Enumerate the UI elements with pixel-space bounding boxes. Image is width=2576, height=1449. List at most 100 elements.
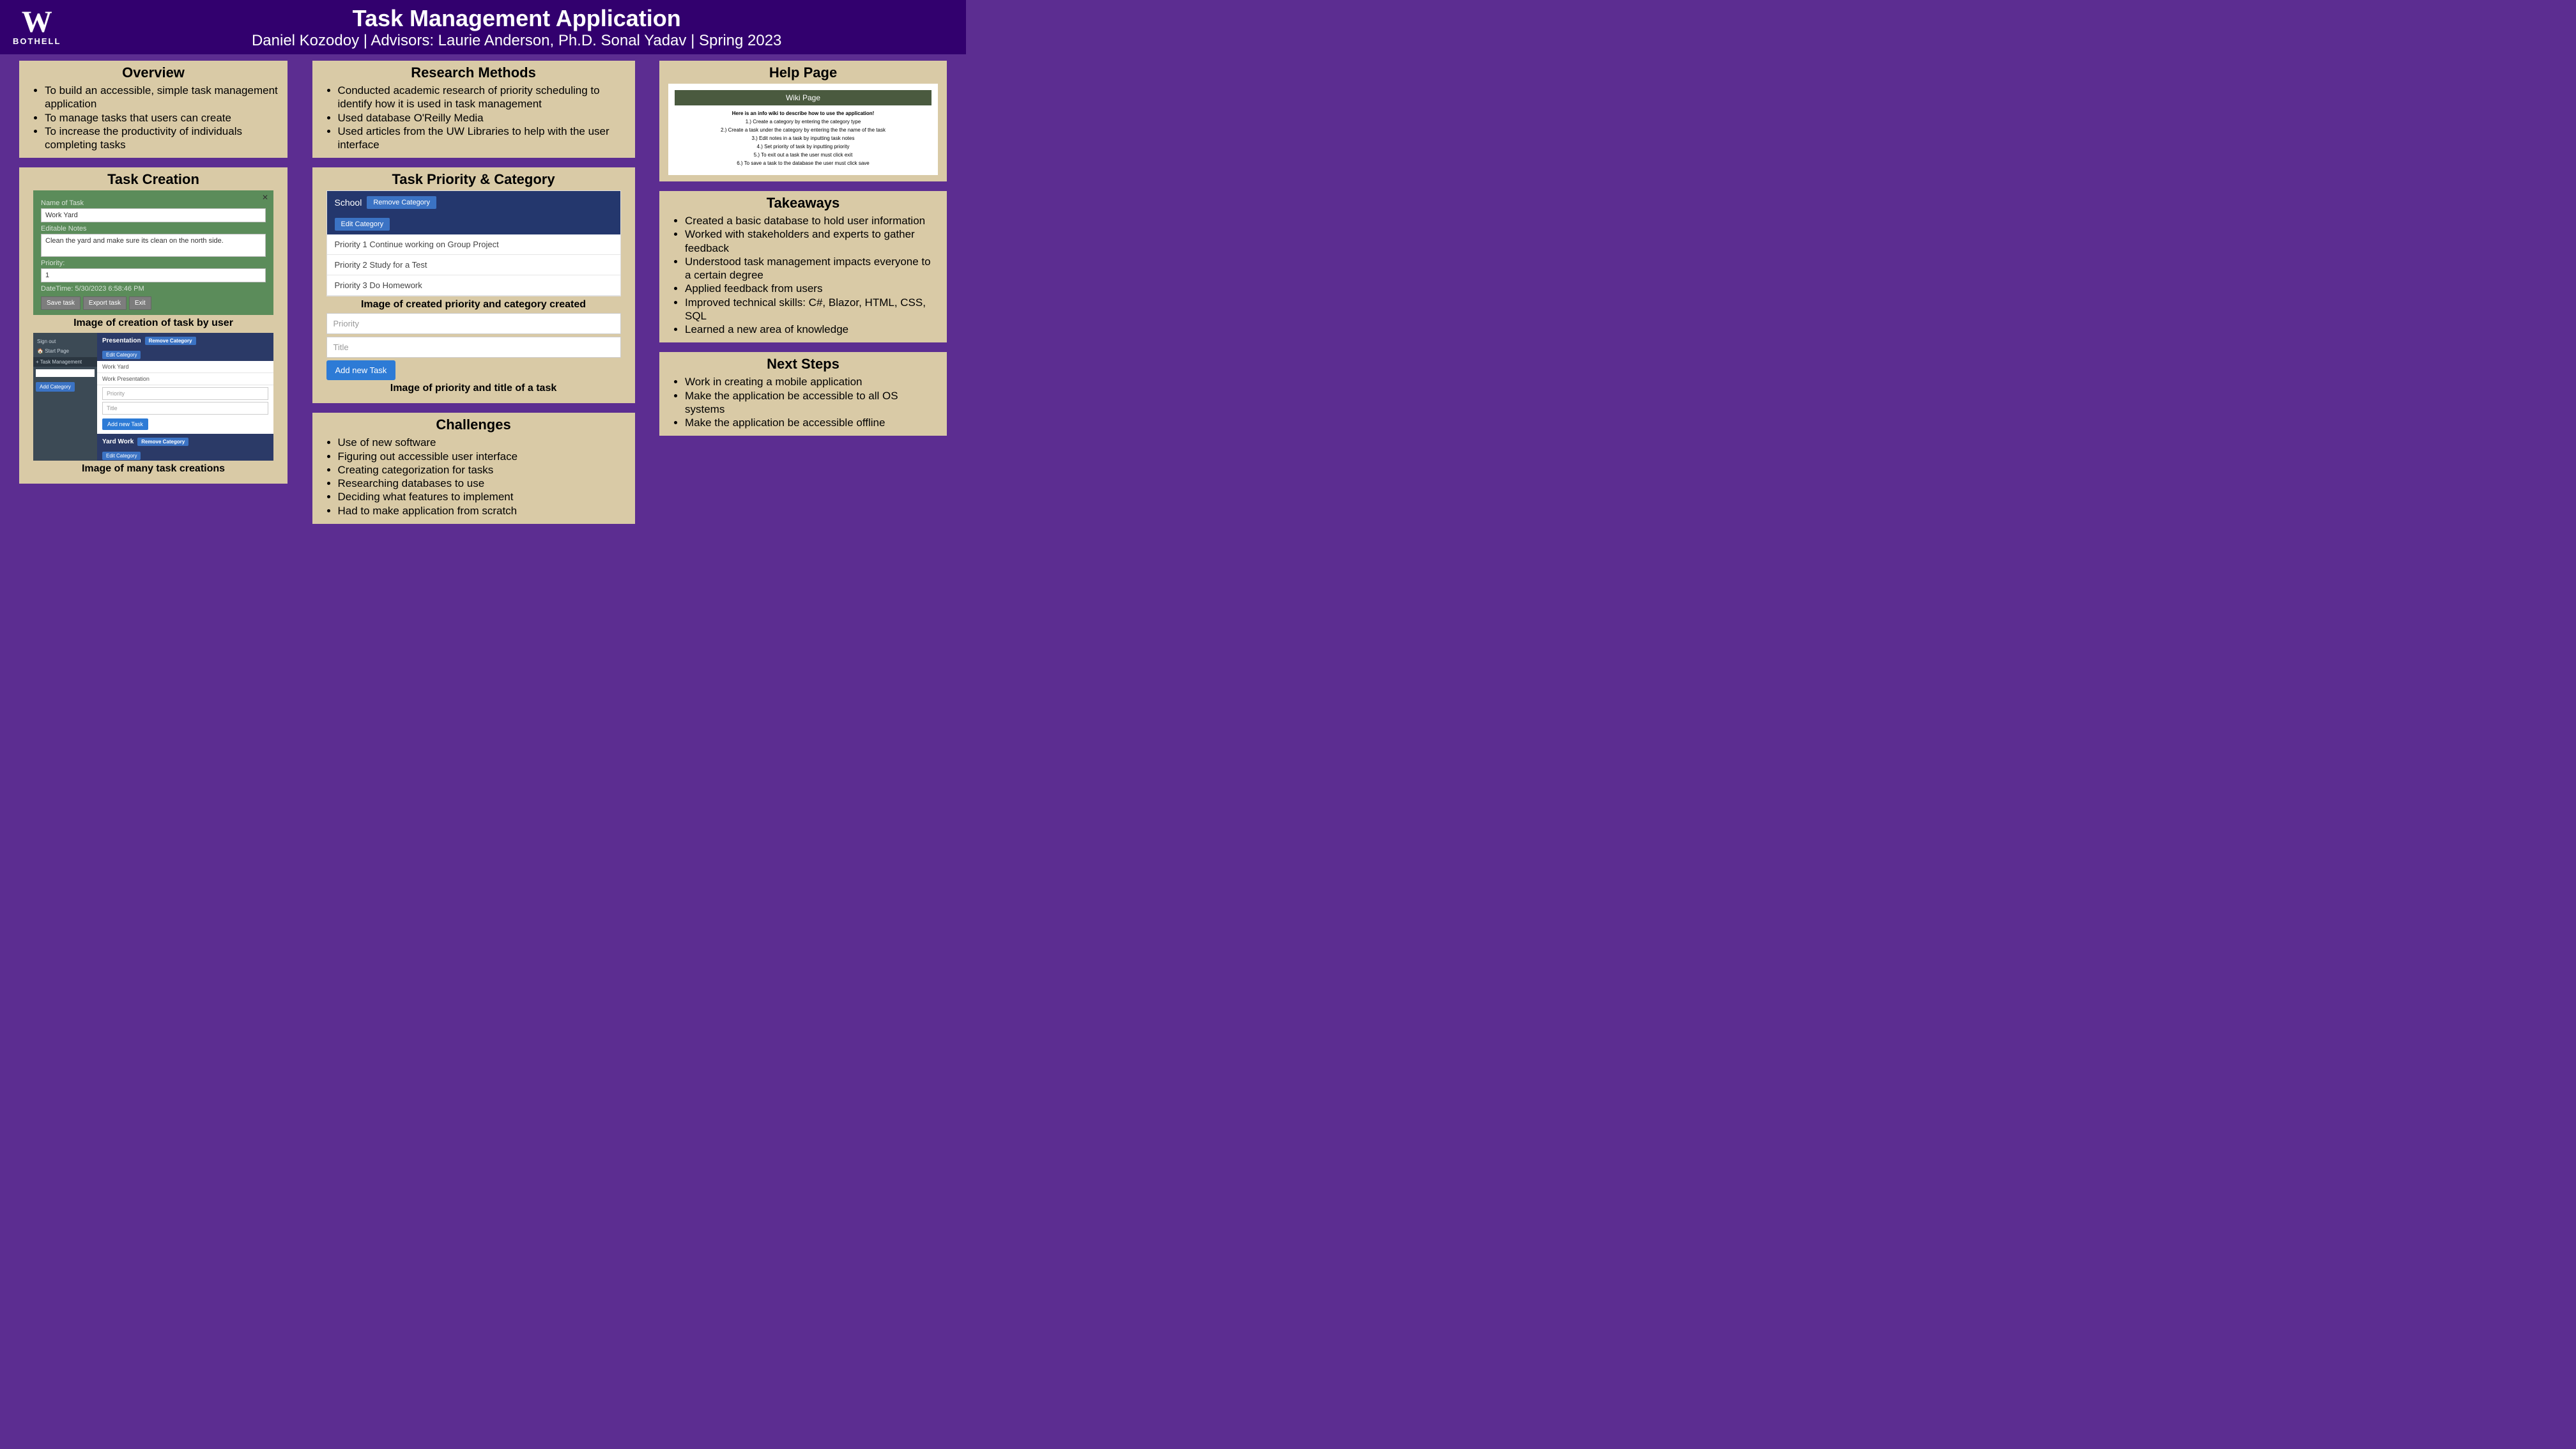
takeaways-heading: Takeaways bbox=[668, 195, 938, 211]
add-new-task-button[interactable]: Add new Task bbox=[326, 360, 396, 380]
sidebar-task-mgmt[interactable]: + Task Management bbox=[33, 357, 97, 367]
column-left: Overview To build an accessible, simple … bbox=[19, 61, 288, 524]
priority-heading: Task Priority & Category bbox=[321, 171, 626, 188]
sidebar-signout[interactable]: Sign out bbox=[36, 337, 95, 346]
list-item: Used articles from the UW Libraries to h… bbox=[338, 125, 626, 152]
sidebar: Sign out 🏠 Start Page + Task Management … bbox=[33, 333, 97, 461]
list-item: Improved technical skills: C#, Blazor, H… bbox=[685, 296, 938, 323]
list-item: To increase the productivity of individu… bbox=[45, 125, 279, 152]
column-right: Help Page Wiki Page Here is an info wiki… bbox=[659, 61, 947, 524]
multi-task-mock: Sign out 🏠 Start Page + Task Management … bbox=[33, 333, 273, 461]
priority-caption2: Image of priority and title of a task bbox=[321, 383, 626, 394]
help-line: 6.) To save a task to the database the u… bbox=[675, 160, 931, 166]
datetime-label: DateTime: 5/30/2023 6:58:46 PM bbox=[41, 285, 266, 293]
list-item: Figuring out accessible user interface bbox=[338, 450, 626, 463]
button-row: Save task Export task Exit bbox=[41, 296, 266, 310]
next-steps-heading: Next Steps bbox=[668, 356, 938, 372]
task-creation-card: Task Creation ✕ Name of Task Work Yard E… bbox=[19, 167, 288, 484]
category-subheader: Edit Category bbox=[327, 214, 620, 234]
close-icon[interactable]: ✕ bbox=[262, 193, 268, 202]
list-item: Worked with stakeholders and experts to … bbox=[685, 227, 938, 255]
priority-input[interactable]: 1 bbox=[41, 268, 266, 282]
list-item: Deciding what features to implement bbox=[338, 490, 626, 503]
help-page-mock: Wiki Page Here is an info wiki to descri… bbox=[668, 84, 938, 175]
title-input[interactable]: Title bbox=[326, 337, 621, 358]
task-name-input[interactable]: Work Yard bbox=[41, 208, 266, 222]
add-task-button[interactable]: Add new Task bbox=[102, 418, 148, 430]
list-item: Make the application be accessible offli… bbox=[685, 416, 938, 429]
priority-label: Priority: bbox=[41, 259, 266, 267]
export-button[interactable]: Export task bbox=[83, 296, 126, 310]
category-name: Yard Work bbox=[102, 438, 134, 445]
list-item: To build an accessible, simple task mana… bbox=[45, 84, 279, 111]
research-card: Research Methods Conducted academic rese… bbox=[312, 61, 635, 158]
name-label: Name of Task bbox=[41, 199, 266, 207]
list-item: Created a basic database to hold user in… bbox=[685, 214, 938, 227]
next-steps-card: Next Steps Work in creating a mobile app… bbox=[659, 352, 947, 436]
edit-category-button[interactable]: Edit Category bbox=[102, 452, 141, 460]
list-item: Had to make application from scratch bbox=[338, 504, 626, 518]
list-item: Use of new software bbox=[338, 436, 626, 449]
category-name: School bbox=[335, 197, 362, 208]
overview-list: To build an accessible, simple task mana… bbox=[45, 84, 279, 151]
task-form-mock: ✕ Name of Task Work Yard Editable Notes … bbox=[33, 190, 273, 315]
help-line: 2.) Create a task under the category by … bbox=[675, 127, 931, 133]
help-line: 4.) Set priority of task by inputting pr… bbox=[675, 144, 931, 150]
table-row[interactable]: Priority 1 Continue working on Group Pro… bbox=[327, 234, 620, 255]
exit-button[interactable]: Exit bbox=[129, 296, 151, 310]
title-field[interactable]: Title bbox=[102, 402, 268, 415]
table-row[interactable]: Work Presentation bbox=[97, 373, 273, 385]
page-subtitle: Daniel Kozodoy | Advisors: Laurie Anders… bbox=[80, 32, 953, 50]
poster-header: W BOTHELL Task Management Application Da… bbox=[0, 0, 966, 54]
uw-logo: W BOTHELL bbox=[13, 8, 61, 45]
remove-category-button[interactable]: Remove Category bbox=[137, 438, 188, 446]
edit-category-button[interactable]: Edit Category bbox=[102, 351, 141, 359]
priority-input[interactable]: Priority bbox=[326, 313, 621, 334]
sidebar-start[interactable]: 🏠 Start Page bbox=[36, 346, 95, 356]
help-line: 3.) Edit notes in a task by inputting ta… bbox=[675, 135, 931, 141]
edit-category-button[interactable]: Edit Category bbox=[335, 218, 390, 231]
remove-category-button[interactable]: Remove Category bbox=[367, 196, 436, 209]
takeaways-list: Created a basic database to hold user in… bbox=[685, 214, 938, 336]
help-card: Help Page Wiki Page Here is an info wiki… bbox=[659, 61, 947, 181]
overview-card: Overview To build an accessible, simple … bbox=[19, 61, 288, 158]
table-row[interactable]: Work Yard bbox=[97, 361, 273, 373]
help-line: 1.) Create a category by entering the ca… bbox=[675, 119, 931, 125]
add-category-button[interactable]: Add Category bbox=[36, 382, 75, 392]
category-name: Presentation bbox=[102, 337, 141, 344]
research-list: Conducted academic research of priority … bbox=[338, 84, 626, 151]
overview-heading: Overview bbox=[28, 65, 279, 81]
category-header-2: Yard Work Remove Category bbox=[97, 434, 273, 450]
list-item: Conducted academic research of priority … bbox=[338, 84, 626, 111]
list-item: Make the application be accessible to al… bbox=[685, 389, 938, 417]
save-button[interactable]: Save task bbox=[41, 296, 80, 310]
task-creation-caption2: Image of many task creations bbox=[28, 463, 279, 475]
poster-grid: Overview To build an accessible, simple … bbox=[0, 54, 966, 530]
logo-letter: W bbox=[22, 8, 52, 36]
remove-category-button[interactable]: Remove Category bbox=[145, 337, 196, 345]
challenges-card: Challenges Use of new software Figuring … bbox=[312, 413, 635, 524]
category-header-1: Presentation Remove Category bbox=[97, 333, 273, 349]
priority-caption1: Image of created priority and category c… bbox=[321, 299, 626, 310]
list-item: Researching databases to use bbox=[338, 477, 626, 490]
notes-label: Editable Notes bbox=[41, 225, 266, 233]
list-item: Work in creating a mobile application bbox=[685, 375, 938, 388]
next-steps-list: Work in creating a mobile application Ma… bbox=[685, 375, 938, 429]
challenges-list: Use of new software Figuring out accessi… bbox=[338, 436, 626, 518]
table-row[interactable]: Priority 2 Study for a Test bbox=[327, 255, 620, 275]
priority-field[interactable]: Priority bbox=[102, 387, 268, 400]
list-item: Learned a new area of knowledge bbox=[685, 323, 938, 336]
logo-subtext: BOTHELL bbox=[13, 36, 61, 46]
notes-input[interactable]: Clean the yard and make sure its clean o… bbox=[41, 234, 266, 257]
header-title-block: Task Management Application Daniel Kozod… bbox=[80, 5, 953, 50]
task-creation-heading: Task Creation bbox=[28, 171, 279, 188]
table-row[interactable]: Priority 3 Do Homework bbox=[327, 275, 620, 296]
category-header: School Remove Category bbox=[327, 191, 620, 214]
new-task-mock: Priority Title Add new Task bbox=[326, 313, 621, 380]
research-heading: Research Methods bbox=[321, 65, 626, 81]
priority-category-mock: School Remove Category Edit Category Pri… bbox=[326, 190, 621, 296]
list-item: To manage tasks that users can create bbox=[45, 111, 279, 125]
list-item: Applied feedback from users bbox=[685, 282, 938, 295]
wiki-bar: Wiki Page bbox=[675, 90, 931, 105]
priority-card: Task Priority & Category School Remove C… bbox=[312, 167, 635, 403]
